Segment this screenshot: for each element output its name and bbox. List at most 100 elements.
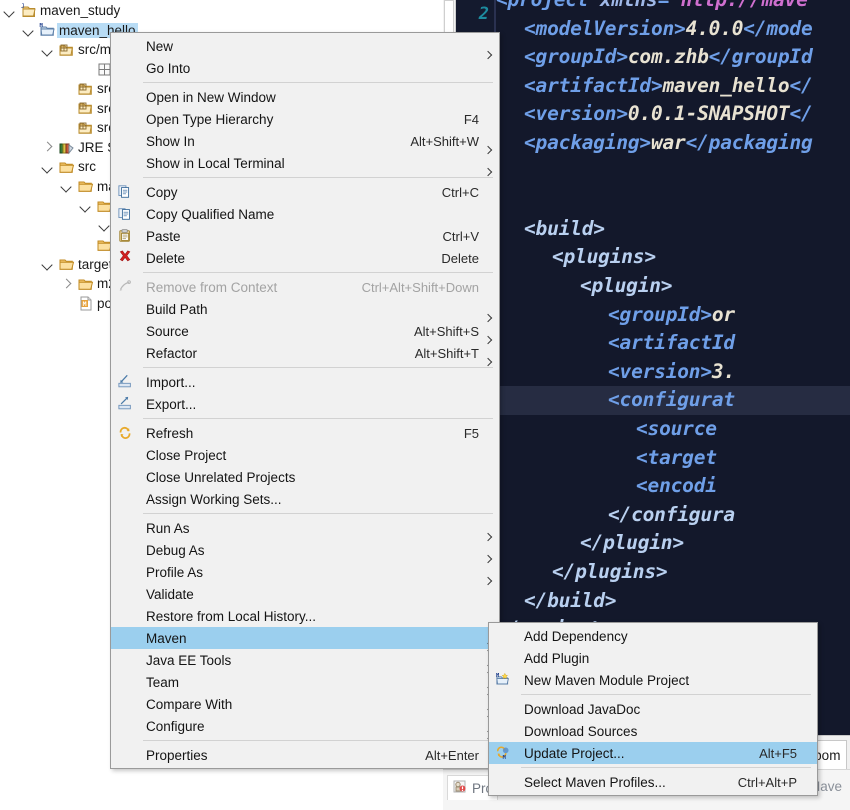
maven-submenu-item[interactable]: MUpdate Project...Alt+F5 bbox=[489, 742, 817, 764]
code-line[interactable]: <packaging>war</packaging bbox=[496, 129, 813, 158]
context-menu-item[interactable]: Debug As bbox=[111, 539, 499, 561]
code-token: </build> bbox=[524, 589, 616, 612]
code-line[interactable]: <encodi bbox=[496, 472, 717, 501]
menu-icon-empty bbox=[111, 672, 142, 692]
code-line[interactable]: </configura bbox=[496, 501, 735, 530]
code-line[interactable]: </plugins> bbox=[496, 558, 667, 587]
menu-separator bbox=[143, 367, 493, 368]
context-menu-item[interactable]: Profile As bbox=[111, 561, 499, 583]
code-token: 3. bbox=[712, 360, 735, 383]
chevron-down-icon[interactable] bbox=[40, 256, 56, 272]
maven-submenu-item[interactable]: Add Dependency bbox=[489, 625, 817, 647]
tree-item[interactable]: m2 bbox=[0, 274, 118, 294]
chevron-right-icon[interactable] bbox=[40, 139, 56, 155]
tree-item[interactable]: src/m bbox=[0, 40, 113, 60]
code-line[interactable]: <source bbox=[496, 415, 717, 444]
context-menu-item[interactable]: CopyCtrl+C bbox=[111, 181, 499, 203]
context-menu-item[interactable]: Close Project bbox=[111, 444, 499, 466]
code-line[interactable]: <artifactId bbox=[496, 329, 735, 358]
context-menu-item[interactable]: Assign Working Sets... bbox=[111, 488, 499, 510]
paste-icon bbox=[111, 226, 142, 246]
menu-separator bbox=[143, 740, 493, 741]
maven-submenu-item[interactable]: MNew Maven Module Project bbox=[489, 669, 817, 691]
context-menu-item[interactable]: Java EE Tools bbox=[111, 649, 499, 671]
tree-item[interactable]: src bbox=[0, 157, 98, 177]
tree-twisty-empty bbox=[59, 120, 75, 136]
code-line[interactable]: <project xmlns="http://mave bbox=[496, 0, 808, 15]
code-line[interactable]: <configurat bbox=[496, 386, 850, 415]
menu-item-label: Show In bbox=[142, 134, 410, 149]
context-menu-item[interactable]: Show InAlt+Shift+W bbox=[111, 130, 499, 152]
code-line[interactable]: <artifactId>maven_hello</ bbox=[496, 72, 813, 101]
maven-submenu-item[interactable]: Add Plugin bbox=[489, 647, 817, 669]
code-line[interactable]: <modelVersion>4.0.0</mode bbox=[496, 15, 813, 44]
code-token: <modelVersion> bbox=[524, 17, 686, 40]
tree-item[interactable]: ma bbox=[0, 177, 118, 197]
menu-item-label: Close Project bbox=[142, 448, 479, 463]
context-menu-item[interactable]: Restore from Local History... bbox=[111, 605, 499, 627]
menu-item-label: Delete bbox=[142, 251, 441, 266]
code-token: 4.0.0 bbox=[686, 17, 744, 40]
menu-item-shortcut: Alt+Enter bbox=[425, 748, 483, 763]
folder-icon bbox=[75, 178, 95, 194]
context-menu-item[interactable]: DeleteDelete bbox=[111, 247, 499, 269]
context-menu-item[interactable]: Export... bbox=[111, 393, 499, 415]
code-token: <packaging> bbox=[524, 131, 651, 154]
chevron-down-icon[interactable] bbox=[2, 3, 18, 19]
context-menu-item[interactable]: Close Unrelated Projects bbox=[111, 466, 499, 488]
code-line[interactable]: </build> bbox=[496, 587, 616, 616]
tree-item[interactable] bbox=[0, 196, 118, 216]
chevron-down-icon[interactable] bbox=[40, 42, 56, 58]
context-menu-item[interactable]: Compare With bbox=[111, 693, 499, 715]
tree-item[interactable]: JRE Sy bbox=[0, 138, 125, 158]
menu-icon-empty bbox=[111, 584, 142, 604]
maven-submenu-item[interactable]: Download Sources bbox=[489, 720, 817, 742]
chevron-down-icon[interactable] bbox=[40, 159, 56, 175]
menu-icon-empty bbox=[111, 131, 142, 151]
code-line[interactable]: <groupId>or bbox=[496, 301, 735, 330]
export-icon bbox=[111, 394, 142, 414]
menu-icon-empty bbox=[489, 648, 520, 668]
code-line[interactable]: <version>3. bbox=[496, 358, 735, 387]
maven-submenu-item[interactable]: Download JavaDoc bbox=[489, 698, 817, 720]
maven-submenu[interactable]: Add DependencyAdd PluginMNew Maven Modul… bbox=[488, 622, 818, 796]
context-menu-item[interactable]: Open Type HierarchyF4 bbox=[111, 108, 499, 130]
context-menu-item[interactable]: Maven bbox=[111, 627, 499, 649]
context-menu-item[interactable]: Open in New Window bbox=[111, 86, 499, 108]
context-menu-item[interactable]: Import... bbox=[111, 371, 499, 393]
code-line[interactable]: <build> bbox=[496, 215, 605, 244]
menu-item-label: Export... bbox=[142, 397, 479, 412]
context-menu-item[interactable]: RefactorAlt+Shift+T bbox=[111, 342, 499, 364]
chevron-right-icon[interactable] bbox=[59, 276, 75, 292]
context-menu-item[interactable]: Go Into bbox=[111, 57, 499, 79]
code-line[interactable]: <plugin> bbox=[496, 272, 672, 301]
code-line[interactable]: <version>0.0.1-SNAPSHOT</ bbox=[496, 100, 813, 129]
context-menu-item[interactable]: Run As bbox=[111, 517, 499, 539]
source-folder-icon bbox=[75, 100, 95, 116]
menu-item-shortcut: Alt+Shift+T bbox=[415, 346, 483, 361]
context-menu-item[interactable]: PropertiesAlt+Enter bbox=[111, 744, 499, 766]
tree-twisty-empty bbox=[78, 61, 94, 77]
context-menu-item[interactable]: Build Path bbox=[111, 298, 499, 320]
chevron-down-icon[interactable] bbox=[78, 198, 94, 214]
code-line[interactable]: </plugin> bbox=[496, 529, 684, 558]
code-line[interactable]: <target bbox=[496, 444, 717, 473]
chevron-down-icon[interactable] bbox=[21, 22, 37, 38]
context-menu-item[interactable]: Team bbox=[111, 671, 499, 693]
context-menu-item[interactable]: Validate bbox=[111, 583, 499, 605]
context-menu-item[interactable]: SourceAlt+Shift+S bbox=[111, 320, 499, 342]
tree-item[interactable]: Jmaven_study bbox=[0, 1, 122, 21]
context-menu-item[interactable]: Show in Local Terminal bbox=[111, 152, 499, 174]
code-line[interactable]: <plugins> bbox=[496, 243, 656, 272]
context-menu-item[interactable]: Copy Qualified Name bbox=[111, 203, 499, 225]
context-menu-item[interactable]: RefreshF5 bbox=[111, 422, 499, 444]
chevron-down-icon[interactable] bbox=[59, 178, 75, 194]
context-menu-item[interactable]: PasteCtrl+V bbox=[111, 225, 499, 247]
tree-item[interactable]: target bbox=[0, 255, 115, 275]
context-menu-item[interactable]: Configure bbox=[111, 715, 499, 737]
maven-submenu-item[interactable]: Select Maven Profiles...Ctrl+Alt+P bbox=[489, 771, 817, 793]
context-menu-item[interactable]: New bbox=[111, 35, 499, 57]
source-folder-icon bbox=[75, 81, 95, 97]
code-line[interactable]: <groupId>com.zhb</groupId bbox=[496, 43, 813, 72]
project-context-menu[interactable]: NewGo Into Open in New WindowOpen Type Hi… bbox=[110, 32, 500, 769]
